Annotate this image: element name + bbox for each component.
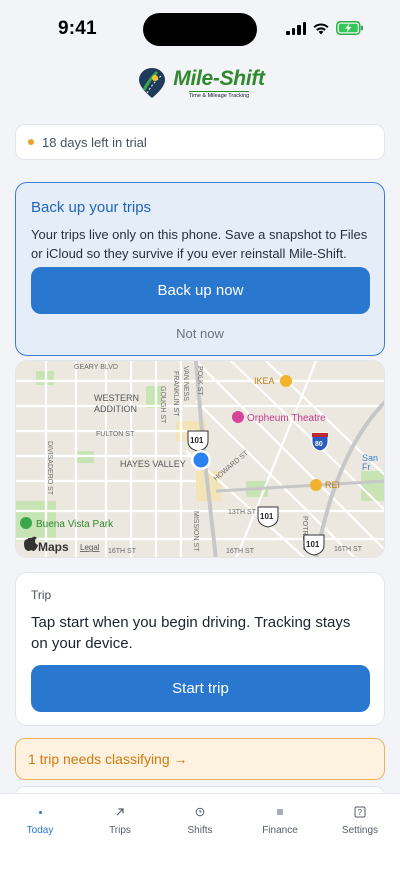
question-box-icon: ? [354,804,366,820]
map-label-rei: REI [325,480,340,490]
map-label-orpheum: Orpheum Theatre [247,413,326,424]
status-bar: 9:41 [0,0,400,58]
map-label-western-1: WESTERN [94,393,139,403]
ikea-pin-icon[interactable] [280,375,292,387]
tab-label-shifts: Shifts [187,825,213,836]
map-label-13th: 13TH ST [228,509,257,516]
trial-text: 18 days left in trial [42,134,147,150]
svg-text:101: 101 [190,436,204,445]
svg-text:101: 101 [260,512,274,521]
svg-text:101: 101 [306,540,320,549]
map-label-divisadero: DIVISADERO ST [46,441,53,496]
rei-pin-icon[interactable] [310,479,322,491]
tab-bar: Today Trips Shifts Finance ? Settings [0,793,400,869]
tab-label-settings: Settings [341,825,379,836]
app-logo: Mile-Shift Time & Mileage Tracking [0,66,400,100]
svg-text:80: 80 [315,441,323,448]
theatre-pin-icon[interactable] [232,411,244,423]
park-pin-icon[interactable] [20,517,32,529]
logo-tagline: Time & Mileage Tracking [188,90,250,99]
backup-body: Your trips live only on this phone. Save… [31,227,368,261]
dynamic-island [143,13,257,46]
wifi-icon [312,22,330,35]
cellular-signal-icon [286,21,306,35]
battery-charging-icon [336,21,364,35]
map-label-16th-b: 16TH ST [334,546,363,553]
logo-title: Mile-Shift [173,66,265,90]
dot-icon [38,804,42,820]
trip-card: Trip Tap start when you begin driving. T… [15,572,385,726]
map-label-van-ness: VAN NESS [182,366,189,401]
map-view[interactable]: GEARY BLVD WESTERN ADDITION FULTON ST HA… [15,360,385,558]
trial-status-dot-icon [28,139,34,145]
map-label-ikea: IKEA [254,376,275,386]
road-pin-logo-icon [139,68,166,98]
map-label-hayes-valley: HAYES VALLEY [120,459,186,469]
backup-card: Back up your trips Your trips live only … [15,182,385,356]
current-location-dot-icon [193,452,209,468]
clock-icon [195,804,205,820]
tab-label-trips: Trips [109,825,131,836]
tab-finance[interactable]: Finance [240,794,320,869]
start-trip-button[interactable]: Start trip [31,665,370,712]
tab-label-today: Today [26,825,54,836]
status-icons [286,21,364,35]
highway-101-shield-c-icon: 101 [303,534,325,556]
trip-body: Tap start when you begin driving. Tracki… [31,614,351,652]
trip-label: Trip [31,588,52,602]
map-label-16th-c: 16TH ST [108,548,137,555]
map-legal-link[interactable]: Legal [80,543,100,552]
map-label-fulton: FULTON ST [96,431,135,438]
map-label-buena-vista: Buena Vista Park [36,519,114,530]
highway-101-shield-b-icon: 101 [257,506,279,528]
interstate-80-shield-icon: 80 [311,432,329,452]
map-label-mission: MISSION ST [192,511,199,552]
trial-banner[interactable]: 18 days left in trial [15,124,385,160]
tab-shifts[interactable]: Shifts [160,794,240,869]
map-label-franklin: FRANKLIN ST [172,371,179,417]
tab-today[interactable]: Today [0,794,80,869]
tab-settings[interactable]: ? Settings [320,794,400,869]
list-icon [275,804,285,820]
map-label-san-2: Fr [362,462,371,472]
tab-label-finance: Finance [262,825,298,836]
classify-trips-banner[interactable]: 1 trip needs classifying → [15,738,385,780]
backup-title: Back up your trips [31,199,152,216]
arrow-up-right-icon [115,804,125,820]
highway-101-shield-a-icon: 101 [187,430,209,452]
status-time: 9:41 [58,18,97,39]
back-up-now-button[interactable]: Back up now [31,267,370,314]
svg-text:?: ? [358,808,363,817]
map-label-polk: POLK ST [196,366,203,396]
map-label-gough: GOUGH ST [159,386,166,424]
map-label-16th-a: 16TH ST [226,548,255,555]
tab-trips[interactable]: Trips [80,794,160,869]
map-label-geary: GEARY BLVD [74,364,118,371]
not-now-button[interactable]: Not now [16,326,384,341]
svg-text:Maps: Maps [38,540,69,554]
map-label-western-2: ADDITION [94,404,137,414]
